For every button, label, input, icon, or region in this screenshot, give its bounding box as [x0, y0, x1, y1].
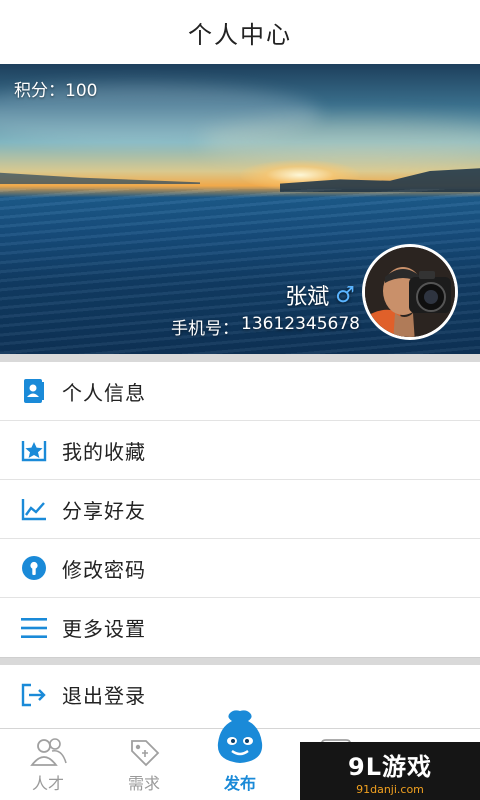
publish-mascot-icon	[212, 707, 268, 765]
keyhole-icon	[20, 554, 48, 582]
tab-label: 人才	[31, 774, 64, 793]
page-title: 个人中心	[188, 20, 292, 49]
menu-item-personal-info[interactable]: 个人信息	[0, 362, 480, 421]
tab-talent[interactable]: 人才	[0, 729, 96, 800]
menu-item-label: 退出登录	[62, 684, 146, 708]
phone-row: 手机号： 13612345678	[171, 314, 360, 339]
phone-label: 手机号：	[171, 319, 240, 339]
id-card-icon	[20, 377, 48, 405]
tab-label: 发布	[223, 774, 256, 793]
star-box-icon	[20, 436, 48, 464]
menu-item-label: 修改密码	[62, 557, 146, 582]
menu-item-label: 分享好友	[62, 498, 146, 523]
avatar[interactable]	[362, 244, 458, 340]
points-label: 积分：	[14, 81, 65, 101]
tab-demand[interactable]: 需求	[96, 729, 192, 800]
section-divider	[0, 657, 480, 665]
menu-item-label: 我的收藏	[62, 439, 146, 464]
menu-item-label: 更多设置	[62, 617, 146, 641]
menu-item-favorites[interactable]: 我的收藏	[0, 421, 480, 480]
watermark: 9L游戏 91danji.com	[300, 742, 480, 800]
logout-icon	[20, 681, 48, 709]
top-bar: 个人中心	[0, 0, 480, 64]
tag-icon	[124, 736, 164, 768]
user-name-row: 张斌 ♂	[285, 279, 355, 311]
points-display: 积分：100	[14, 76, 97, 101]
chart-line-icon	[20, 495, 48, 523]
user-name: 张斌	[285, 285, 330, 310]
menu-group-main: 个人信息 我的收藏 分享好友 修改密码 更多设置	[0, 362, 480, 657]
menu-item-share-friends[interactable]: 分享好友	[0, 480, 480, 539]
section-divider	[0, 354, 480, 362]
profile-banner: 积分：100 张斌 ♂ 手机号： 13612345678	[0, 64, 480, 354]
points-value: 100	[65, 81, 98, 101]
watermark-url: 91danji.com	[356, 782, 424, 796]
hamburger-icon	[20, 614, 48, 642]
menu-item-label: 个人信息	[62, 380, 146, 405]
tab-label: 需求	[127, 774, 160, 793]
menu-item-more-settings[interactable]: 更多设置	[0, 598, 480, 657]
watermark-brand: 9L游戏	[348, 752, 432, 781]
male-gender-icon: ♂	[335, 282, 355, 308]
phone-number: 13612345678	[241, 314, 360, 334]
menu-item-change-password[interactable]: 修改密码	[0, 539, 480, 598]
people-icon	[28, 736, 68, 768]
tab-publish[interactable]: 发布	[192, 710, 288, 800]
